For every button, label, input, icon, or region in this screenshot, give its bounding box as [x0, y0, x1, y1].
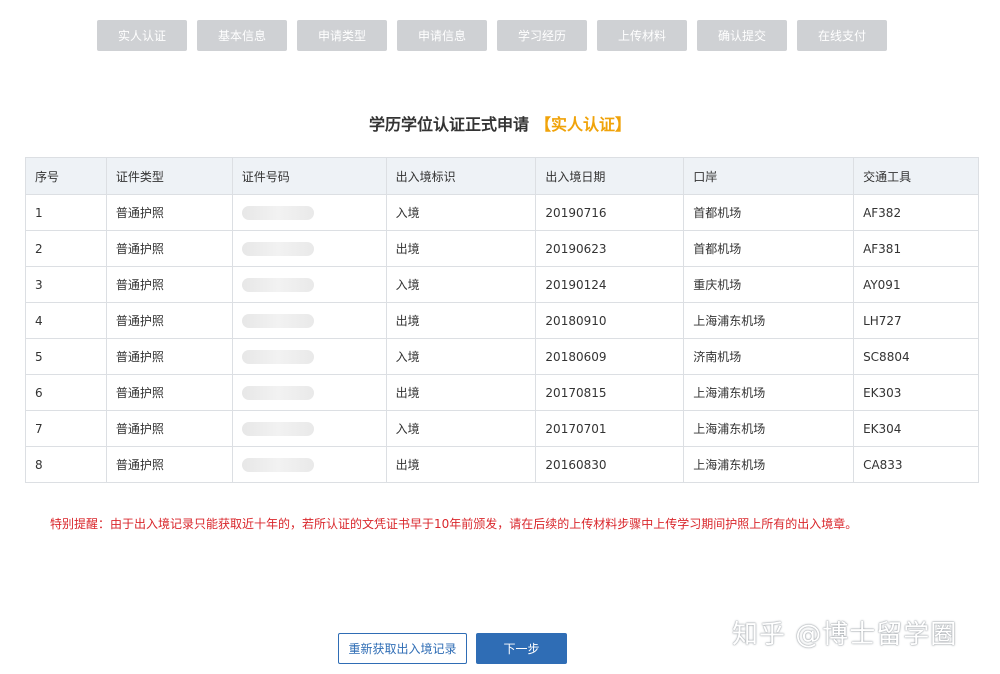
table-row: 5 普通护照 入境 20180609 济南机场 SC8804 — [25, 338, 979, 375]
redacted-id — [241, 241, 314, 256]
table-row: 7 普通护照 入境 20170701 上海浦东机场 EK304 — [25, 410, 979, 447]
watermark: 知乎 @博士留学圈 — [732, 620, 958, 650]
next-step-button[interactable]: 下一步 — [476, 633, 567, 664]
cell-doc-type: 普通护照 — [105, 266, 233, 303]
redacted-id — [241, 385, 314, 400]
cell-transport: AY091 — [853, 266, 979, 303]
step-upload-materials[interactable]: 上传材料 — [597, 20, 687, 51]
cell-transport: AF382 — [853, 194, 979, 231]
cell-no: 3 — [25, 266, 107, 303]
cell-doc-type: 普通护照 — [105, 230, 233, 267]
table-row: 2 普通护照 出境 20190623 首都机场 AF381 — [25, 230, 979, 267]
page-title-highlight: 【实人认证】 — [535, 115, 632, 134]
cell-direction: 入境 — [385, 410, 537, 447]
redacted-id — [241, 349, 314, 364]
cell-doc-type: 普通护照 — [105, 374, 233, 411]
step-application-type[interactable]: 申请类型 — [297, 20, 387, 51]
step-study-history[interactable]: 学习经历 — [497, 20, 587, 51]
cell-doc-type: 普通护照 — [105, 410, 233, 447]
cell-direction: 出境 — [385, 374, 537, 411]
page: 实人认证 基本信息 申请类型 申请信息 学习经历 上传材料 确认提交 在线支付 … — [0, 0, 1000, 674]
cell-port: 重庆机场 — [683, 266, 855, 303]
step-nav: 实人认证 基本信息 申请类型 申请信息 学习经历 上传材料 确认提交 在线支付 — [97, 20, 887, 51]
step-verification[interactable]: 实人认证 — [97, 20, 187, 51]
redacted-id — [241, 421, 314, 436]
cell-doc-number — [231, 302, 387, 339]
cell-transport: CA833 — [853, 446, 979, 483]
cell-date: 20190716 — [535, 194, 685, 231]
redacted-id — [241, 205, 314, 220]
cell-direction: 出境 — [385, 230, 537, 267]
table-row: 3 普通护照 入境 20190124 重庆机场 AY091 — [25, 266, 979, 303]
step-online-payment[interactable]: 在线支付 — [797, 20, 887, 51]
cell-date: 20180609 — [535, 338, 685, 375]
cell-doc-type: 普通护照 — [105, 194, 233, 231]
cell-port: 上海浦东机场 — [683, 302, 855, 339]
special-notice: 特别提醒：由于出入境记录只能获取近十年的，若所认证的文凭证书早于10年前颁发，请… — [50, 517, 858, 531]
redacted-id — [241, 313, 314, 328]
table-row: 8 普通护照 出境 20160830 上海浦东机场 CA833 — [25, 446, 979, 483]
col-header-doc-type: 证件类型 — [105, 157, 233, 195]
cell-no: 6 — [25, 374, 107, 411]
col-header-no: 序号 — [25, 157, 107, 195]
cell-port: 上海浦东机场 — [683, 410, 855, 447]
cell-doc-type: 普通护照 — [105, 446, 233, 483]
cell-doc-type: 普通护照 — [105, 338, 233, 375]
redacted-id — [241, 277, 314, 292]
cell-doc-number — [231, 230, 387, 267]
cell-transport: AF381 — [853, 230, 979, 267]
step-confirm-submit[interactable]: 确认提交 — [697, 20, 787, 51]
cell-doc-number — [231, 410, 387, 447]
cell-port: 首都机场 — [683, 230, 855, 267]
step-basic-info[interactable]: 基本信息 — [197, 20, 287, 51]
cell-transport: EK303 — [853, 374, 979, 411]
table-row: 1 普通护照 入境 20190716 首都机场 AF382 — [25, 194, 979, 231]
cell-date: 20170701 — [535, 410, 685, 447]
col-header-date: 出入境日期 — [535, 157, 685, 195]
cell-doc-number — [231, 266, 387, 303]
cell-no: 7 — [25, 410, 107, 447]
col-header-transport: 交通工具 — [853, 157, 979, 195]
cell-doc-type: 普通护照 — [105, 302, 233, 339]
cell-direction: 入境 — [385, 338, 537, 375]
col-header-direction: 出入境标识 — [385, 157, 537, 195]
cell-direction: 入境 — [385, 266, 537, 303]
cell-direction: 入境 — [385, 194, 537, 231]
table-row: 4 普通护照 出境 20180910 上海浦东机场 LH727 — [25, 302, 979, 339]
cell-date: 20190623 — [535, 230, 685, 267]
redacted-id — [241, 457, 314, 472]
cell-port: 首都机场 — [683, 194, 855, 231]
cell-port: 济南机场 — [683, 338, 855, 375]
page-title-main: 学历学位认证正式申请 — [368, 115, 529, 134]
cell-doc-number — [231, 338, 387, 375]
cell-port: 上海浦东机场 — [683, 446, 855, 483]
cell-doc-number — [231, 374, 387, 411]
cell-transport: LH727 — [853, 302, 979, 339]
cell-no: 5 — [25, 338, 107, 375]
step-application-info[interactable]: 申请信息 — [397, 20, 487, 51]
cell-direction: 出境 — [385, 446, 537, 483]
page-title: 学历学位认证正式申请 【实人认证】 — [0, 111, 1000, 135]
cell-no: 2 — [25, 230, 107, 267]
cell-no: 1 — [25, 194, 107, 231]
refetch-records-button[interactable]: 重新获取出入境记录 — [338, 633, 467, 664]
cell-port: 上海浦东机场 — [683, 374, 855, 411]
cell-no: 8 — [25, 446, 107, 483]
cell-no: 4 — [25, 302, 107, 339]
cell-transport: EK304 — [853, 410, 979, 447]
table-header-row: 序号 证件类型 证件号码 出入境标识 出入境日期 口岸 交通工具 — [25, 157, 979, 195]
cell-direction: 出境 — [385, 302, 537, 339]
cell-date: 20190124 — [535, 266, 685, 303]
cell-date: 20180910 — [535, 302, 685, 339]
cell-date: 20160830 — [535, 446, 685, 483]
cell-transport: SC8804 — [853, 338, 979, 375]
cell-doc-number — [231, 194, 387, 231]
cell-doc-number — [231, 446, 387, 483]
entry-exit-records-table: 序号 证件类型 证件号码 出入境标识 出入境日期 口岸 交通工具 1 普通护照 … — [25, 157, 979, 483]
col-header-port: 口岸 — [683, 157, 855, 195]
col-header-doc-number: 证件号码 — [231, 157, 387, 195]
cell-date: 20170815 — [535, 374, 685, 411]
table-row: 6 普通护照 出境 20170815 上海浦东机场 EK303 — [25, 374, 979, 411]
